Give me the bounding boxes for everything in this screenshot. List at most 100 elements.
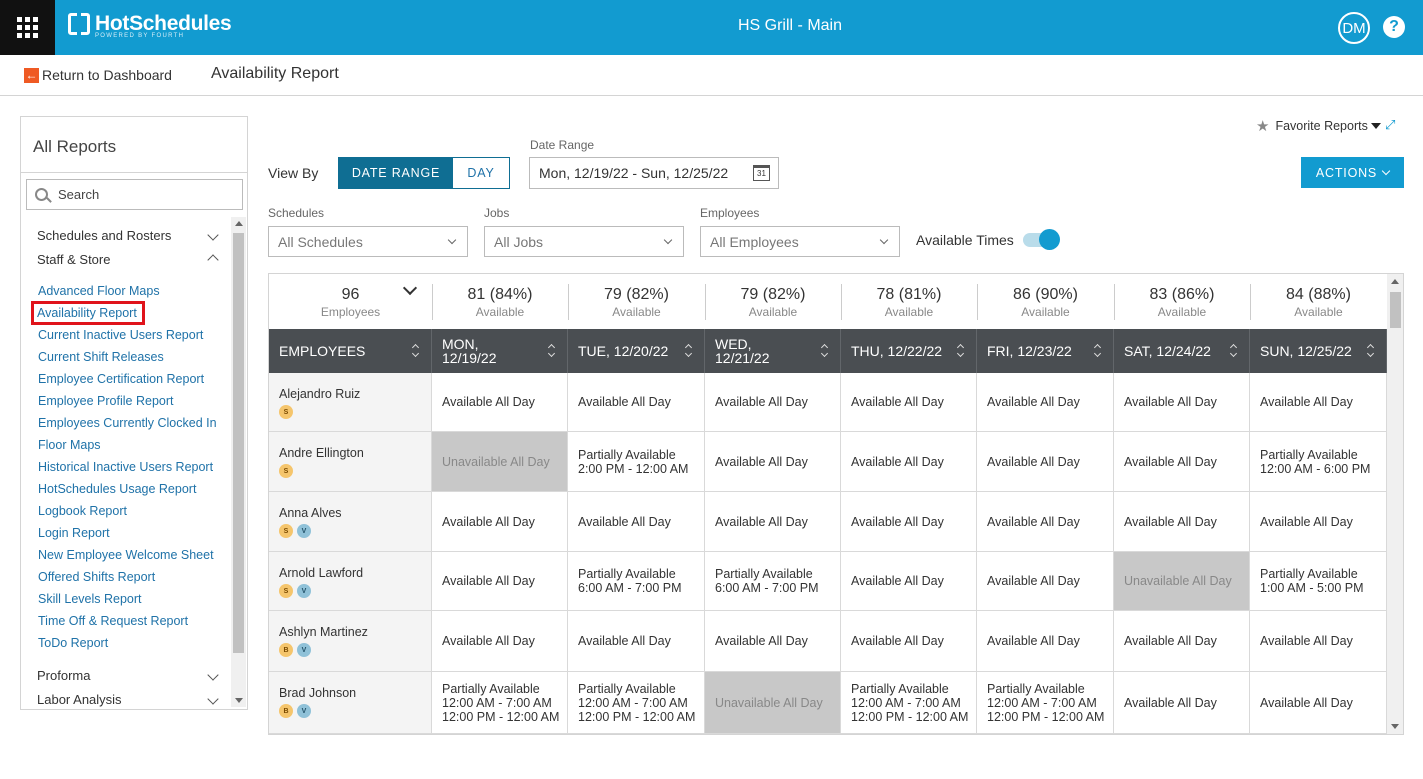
availability-cell[interactable]: Available All Day xyxy=(432,492,568,551)
report-link-employee-profile[interactable]: Employee Profile Report xyxy=(38,394,173,408)
availability-cell[interactable]: Available All Day xyxy=(977,492,1114,551)
report-link-historical-inactive-users[interactable]: Historical Inactive Users Report xyxy=(38,460,213,474)
report-link-advanced-floor-maps[interactable]: Advanced Floor Maps xyxy=(38,284,160,298)
grid-scrollbar[interactable] xyxy=(1387,274,1403,734)
sidebar-scrollbar[interactable] xyxy=(231,217,246,707)
employee-name[interactable]: Ashlyn Martinez xyxy=(279,625,431,639)
available-times-toggle-knob[interactable] xyxy=(1039,229,1060,250)
calendar-icon[interactable]: 31 xyxy=(753,165,770,181)
report-link-current-shift-releases[interactable]: Current Shift Releases xyxy=(38,350,164,364)
availability-cell[interactable]: Available All Day xyxy=(1114,611,1250,671)
scroll-up-icon[interactable] xyxy=(235,221,243,226)
column-header[interactable]: MON, 12/19/22 xyxy=(432,329,568,373)
availability-cell[interactable]: Partially Available 12:00 AM - 7:00 AM 12:… xyxy=(841,672,977,733)
column-header[interactable]: THU, 12/22/22 xyxy=(841,329,977,373)
availability-cell[interactable]: Unavailable All Day xyxy=(1114,552,1250,610)
user-avatar[interactable]: DM xyxy=(1338,12,1370,44)
availability-cell[interactable]: Available All Day xyxy=(1250,373,1387,431)
availability-cell[interactable]: Available All Day xyxy=(1250,611,1387,671)
availability-cell[interactable]: Partially Available 12:00 AM - 6:00 PM xyxy=(1250,432,1387,491)
availability-cell[interactable]: Partially Available 12:00 AM - 7:00 AM 12:… xyxy=(977,672,1114,733)
report-link-time-off-request[interactable]: Time Off & Request Report xyxy=(38,614,188,628)
actions-button[interactable]: ACTIONS xyxy=(1301,157,1404,188)
availability-cell[interactable]: Partially Available 12:00 AM - 7:00 AM 12:… xyxy=(568,672,705,733)
availability-cell[interactable]: Available All Day xyxy=(977,373,1114,431)
availability-cell[interactable]: Available All Day xyxy=(705,432,841,491)
report-link-logbook[interactable]: Logbook Report xyxy=(38,504,127,518)
grid-scroll-thumb[interactable] xyxy=(1390,292,1401,328)
report-link-skill-levels[interactable]: Skill Levels Report xyxy=(38,592,142,606)
report-link-new-employee-welcome[interactable]: New Employee Welcome Sheet xyxy=(38,548,214,562)
report-link-login[interactable]: Login Report xyxy=(38,526,110,540)
favorite-reports-menu[interactable]: ★ Favorite Reports xyxy=(1256,117,1381,135)
help-icon[interactable]: ? xyxy=(1383,16,1405,38)
sidebar-scroll-thumb[interactable] xyxy=(233,233,244,653)
availability-cell[interactable]: Available All Day xyxy=(432,552,568,610)
availability-cell[interactable]: Available All Day xyxy=(1114,432,1250,491)
view-by-day-button[interactable]: DAY xyxy=(453,158,509,188)
report-link-employees-clocked-in[interactable]: Employees Currently Clocked In xyxy=(38,416,217,430)
availability-cell[interactable]: Unavailable All Day xyxy=(432,432,568,491)
availability-cell[interactable]: Available All Day xyxy=(568,611,705,671)
availability-cell[interactable]: Available All Day xyxy=(432,611,568,671)
availability-cell[interactable]: Partially Available 2:00 PM - 12:00 AM xyxy=(568,432,705,491)
date-range-input[interactable]: Mon, 12/19/22 - Sun, 12/25/22 31 xyxy=(529,157,779,189)
availability-cell[interactable]: Available All Day xyxy=(977,432,1114,491)
column-header[interactable]: TUE, 12/20/22 xyxy=(568,329,705,373)
employee-name[interactable]: Anna Alves xyxy=(279,506,431,520)
availability-cell[interactable]: Partially Available 6:00 AM - 7:00 PM xyxy=(705,552,841,610)
column-header[interactable]: EMPLOYEES xyxy=(269,329,432,373)
report-link-current-inactive-users[interactable]: Current Inactive Users Report xyxy=(38,328,203,342)
employee-name[interactable]: Andre Ellington xyxy=(279,446,431,460)
section-schedules-and-rosters[interactable]: Schedules and Rosters xyxy=(37,228,219,243)
report-link-employee-certification[interactable]: Employee Certification Report xyxy=(38,372,204,386)
employees-filter-select[interactable]: All Employees xyxy=(700,226,900,257)
availability-cell[interactable]: Available All Day xyxy=(841,432,977,491)
section-proforma[interactable]: Proforma xyxy=(37,668,219,683)
availability-cell[interactable]: Available All Day xyxy=(705,373,841,431)
availability-cell[interactable]: Available All Day xyxy=(841,373,977,431)
column-header[interactable]: FRI, 12/23/22 xyxy=(977,329,1114,373)
employee-name[interactable]: Arnold Lawford xyxy=(279,566,431,580)
availability-cell[interactable]: Available All Day xyxy=(432,373,568,431)
availability-cell[interactable]: Partially Available 1:00 AM - 5:00 PM xyxy=(1250,552,1387,610)
availability-cell[interactable]: Partially Available 12:00 AM - 7:00 AM 12:… xyxy=(432,672,568,733)
availability-cell[interactable]: Available All Day xyxy=(568,373,705,431)
report-link-floor-maps[interactable]: Floor Maps xyxy=(38,438,101,452)
expand-icon[interactable]: ⤢ xyxy=(1385,118,1397,131)
column-header[interactable]: SAT, 12/24/22 xyxy=(1114,329,1250,373)
return-to-dashboard-link[interactable]: ← Return to Dashboard xyxy=(24,67,172,83)
availability-cell[interactable]: Available All Day xyxy=(841,492,977,551)
availability-cell[interactable]: Available All Day xyxy=(705,492,841,551)
availability-cell[interactable]: Available All Day xyxy=(1114,492,1250,551)
availability-cell[interactable]: Available All Day xyxy=(1250,672,1387,733)
availability-cell[interactable]: Available All Day xyxy=(568,492,705,551)
availability-cell[interactable]: Available All Day xyxy=(841,552,977,610)
report-link-hotschedules-usage[interactable]: HotSchedules Usage Report xyxy=(38,482,196,496)
column-header[interactable]: WED, 12/21/22 xyxy=(705,329,841,373)
report-link-todo[interactable]: ToDo Report xyxy=(38,636,108,650)
availability-cell[interactable]: Available All Day xyxy=(977,552,1114,610)
report-search-input[interactable]: Search xyxy=(26,179,243,210)
section-labor-analysis[interactable]: Labor Analysis xyxy=(37,692,219,707)
scroll-down-icon[interactable] xyxy=(1391,724,1399,729)
view-by-date-range-button[interactable]: DATE RANGE xyxy=(339,158,453,188)
availability-cell[interactable]: Available All Day xyxy=(1250,492,1387,551)
availability-cell[interactable]: Unavailable All Day xyxy=(705,672,841,733)
availability-cell[interactable]: Available All Day xyxy=(705,611,841,671)
employee-name[interactable]: Brad Johnson xyxy=(279,686,431,700)
scroll-up-icon[interactable] xyxy=(1391,279,1399,284)
jobs-filter-select[interactable]: All Jobs xyxy=(484,226,684,257)
column-header[interactable]: SUN, 12/25/22 xyxy=(1250,329,1387,373)
employee-name[interactable]: Alejandro Ruiz xyxy=(279,387,431,401)
report-link-availability-report[interactable]: Availability Report xyxy=(31,301,145,325)
scroll-down-icon[interactable] xyxy=(235,698,243,703)
report-link-offered-shifts[interactable]: Offered Shifts Report xyxy=(38,570,155,584)
availability-cell[interactable]: Available All Day xyxy=(1114,373,1250,431)
availability-cell[interactable]: Available All Day xyxy=(1114,672,1250,733)
availability-cell[interactable]: Partially Available 6:00 AM - 7:00 PM xyxy=(568,552,705,610)
availability-cell[interactable]: Available All Day xyxy=(841,611,977,671)
availability-cell[interactable]: Available All Day xyxy=(977,611,1114,671)
schedules-filter-select[interactable]: All Schedules xyxy=(268,226,468,257)
section-staff-and-store[interactable]: Staff & Store xyxy=(37,252,219,267)
